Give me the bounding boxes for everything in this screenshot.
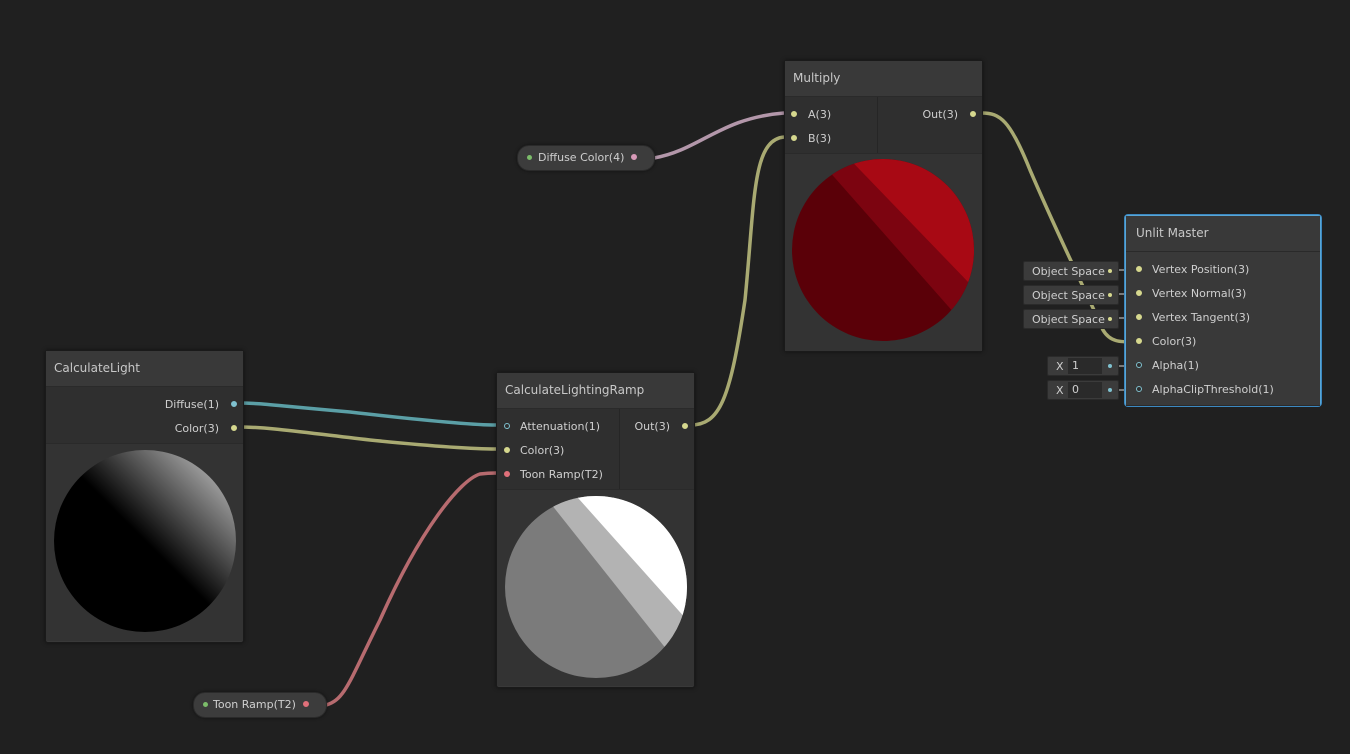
alpha-input[interactable]: 1 bbox=[1068, 358, 1102, 374]
port-label: Color(3) bbox=[174, 422, 219, 435]
preview-sphere-gradient bbox=[54, 450, 236, 632]
clip-threshold-input[interactable]: 0 bbox=[1068, 382, 1102, 398]
wire-diffuse-to-attenuation[interactable] bbox=[237, 401, 497, 427]
port-label: Color(3) bbox=[1152, 335, 1197, 348]
clip-threshold-value-field[interactable]: X 0 bbox=[1047, 380, 1119, 400]
axis-label: X bbox=[1056, 384, 1064, 397]
input-port-vertex-normal[interactable]: Vertex Normal(3) bbox=[1126, 282, 1320, 306]
multiply-ports: A(3) B(3) Out(3) bbox=[785, 97, 982, 154]
port-connector-icon[interactable] bbox=[1136, 290, 1142, 296]
input-port-toon-ramp[interactable]: Toon Ramp(T2) bbox=[497, 463, 619, 487]
property-label: Toon Ramp(T2) bbox=[213, 698, 296, 711]
axis-label: X bbox=[1056, 360, 1064, 373]
alpha-value-field[interactable]: X 1 bbox=[1047, 356, 1119, 376]
vertex-position-space-field[interactable]: Object Space bbox=[1023, 261, 1119, 281]
ramp-ports: Attenuation(1) Color(3) Toon Ramp(T2) Ou… bbox=[497, 409, 694, 490]
input-port-color[interactable]: Color(3) bbox=[1126, 330, 1320, 354]
port-connector-icon[interactable] bbox=[504, 447, 510, 453]
vertex-tangent-space-field[interactable]: Object Space bbox=[1023, 309, 1119, 329]
field-value: Object Space bbox=[1032, 289, 1105, 302]
input-port-vertex-position[interactable]: Vertex Position(3) bbox=[1126, 258, 1320, 282]
connector-dot-icon bbox=[1108, 293, 1112, 297]
input-port-color[interactable]: Color(3) bbox=[497, 439, 619, 463]
calculate-light-ports: Diffuse(1) Color(3) bbox=[46, 387, 243, 444]
port-connector-icon[interactable] bbox=[1136, 266, 1142, 272]
port-connector-icon[interactable] bbox=[791, 111, 797, 117]
output-port-out[interactable]: Out(3) bbox=[620, 415, 694, 439]
input-port-b[interactable]: B(3) bbox=[785, 127, 877, 151]
port-connector-icon[interactable] bbox=[970, 111, 976, 117]
port-label: Out(3) bbox=[922, 108, 958, 121]
connector-dot-icon bbox=[1108, 317, 1112, 321]
field-value: Object Space bbox=[1032, 313, 1105, 326]
port-connector-icon[interactable] bbox=[231, 425, 237, 431]
preview-sphere-red bbox=[792, 159, 974, 341]
port-label: Toon Ramp(T2) bbox=[520, 468, 603, 481]
port-connector-icon[interactable] bbox=[791, 135, 797, 141]
node-preview bbox=[46, 444, 243, 641]
input-port-alpha[interactable]: Alpha(1) bbox=[1126, 354, 1320, 378]
property-dot-icon bbox=[527, 155, 532, 160]
node-preview bbox=[497, 490, 694, 686]
port-connector-icon[interactable] bbox=[1136, 338, 1142, 344]
port-connector-icon[interactable] bbox=[631, 154, 637, 160]
node-title[interactable]: CalculateLightingRamp bbox=[497, 373, 694, 409]
port-label: Vertex Position(3) bbox=[1152, 263, 1250, 276]
input-port-alpha-clip-threshold[interactable]: AlphaClipThreshold(1) bbox=[1126, 378, 1320, 402]
port-label: Vertex Normal(3) bbox=[1152, 287, 1247, 300]
unlit-master-node[interactable]: Unlit Master Vertex Position(3) Vertex N… bbox=[1125, 215, 1321, 406]
diffuse-color-property[interactable]: Diffuse Color(4) bbox=[517, 145, 655, 171]
property-dot-icon bbox=[203, 702, 208, 707]
connector-dot-icon bbox=[1108, 388, 1112, 392]
vertex-normal-space-field[interactable]: Object Space bbox=[1023, 285, 1119, 305]
multiply-node[interactable]: Multiply A(3) B(3) Out(3) bbox=[784, 60, 983, 352]
port-label: A(3) bbox=[808, 108, 832, 121]
preview-sphere-banded bbox=[505, 496, 687, 678]
wire-multiply-out-to-color[interactable] bbox=[981, 111, 1135, 344]
calculate-light-node[interactable]: CalculateLight Diffuse(1) Color(3) bbox=[45, 350, 244, 643]
output-port-out[interactable]: Out(3) bbox=[878, 103, 982, 127]
port-label: Color(3) bbox=[520, 444, 565, 457]
port-label: Vertex Tangent(3) bbox=[1152, 311, 1251, 324]
input-port-a[interactable]: A(3) bbox=[785, 103, 877, 127]
toon-ramp-property[interactable]: Toon Ramp(T2) bbox=[193, 692, 327, 718]
port-connector-icon[interactable] bbox=[231, 401, 237, 407]
port-connector-icon[interactable] bbox=[1136, 362, 1142, 368]
field-value: Object Space bbox=[1032, 265, 1105, 278]
connector-dot-icon bbox=[1108, 364, 1112, 368]
port-connector-icon[interactable] bbox=[1136, 386, 1142, 392]
input-port-attenuation[interactable]: Attenuation(1) bbox=[497, 415, 619, 439]
port-connector-icon[interactable] bbox=[504, 423, 510, 429]
port-label: AlphaClipThreshold(1) bbox=[1152, 383, 1274, 396]
node-preview bbox=[785, 154, 982, 351]
port-connector-icon[interactable] bbox=[682, 423, 688, 429]
wire-toon-ramp-to-ramp[interactable] bbox=[325, 471, 497, 707]
wire-color-to-color[interactable] bbox=[237, 425, 497, 451]
connector-dot-icon bbox=[1108, 269, 1112, 273]
node-title[interactable]: Multiply bbox=[785, 61, 982, 97]
node-title[interactable]: CalculateLight bbox=[46, 351, 243, 387]
port-label: Attenuation(1) bbox=[520, 420, 601, 433]
output-port-diffuse[interactable]: Diffuse(1) bbox=[46, 393, 243, 417]
port-connector-icon[interactable] bbox=[1136, 314, 1142, 320]
port-label: Alpha(1) bbox=[1152, 359, 1199, 372]
port-label: Out(3) bbox=[634, 420, 670, 433]
port-connector-icon[interactable] bbox=[303, 701, 309, 707]
node-title[interactable]: Unlit Master bbox=[1126, 216, 1320, 252]
wire-diffuse-color-to-a[interactable] bbox=[653, 111, 785, 160]
unlit-master-ports: Vertex Position(3) Vertex Normal(3) Vert… bbox=[1126, 252, 1320, 406]
calculate-lighting-ramp-node[interactable]: CalculateLightingRamp Attenuation(1) Col… bbox=[496, 372, 695, 688]
wire-ramp-out-to-b[interactable] bbox=[689, 135, 785, 427]
port-connector-icon[interactable] bbox=[504, 471, 510, 477]
input-port-vertex-tangent[interactable]: Vertex Tangent(3) bbox=[1126, 306, 1320, 330]
property-label: Diffuse Color(4) bbox=[538, 151, 625, 164]
port-label: Diffuse(1) bbox=[164, 398, 219, 411]
output-port-color[interactable]: Color(3) bbox=[46, 417, 243, 441]
port-label: B(3) bbox=[808, 132, 832, 145]
